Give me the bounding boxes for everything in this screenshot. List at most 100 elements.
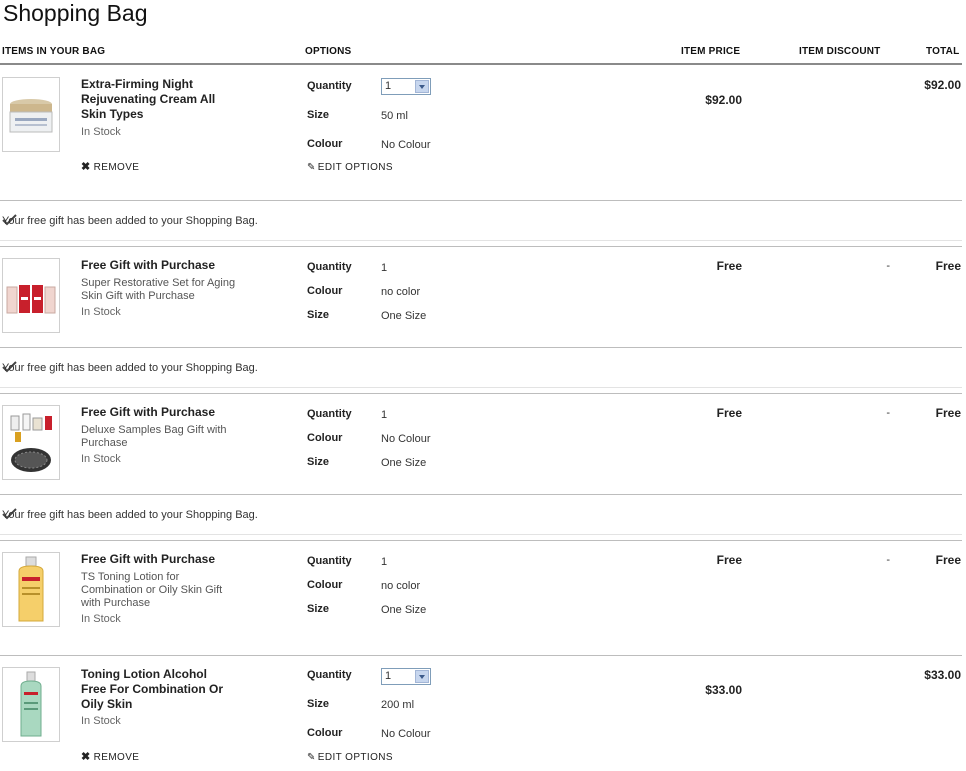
quantity-label: Quantity [307, 261, 352, 273]
edit-options-label: EDIT OPTIONS [317, 752, 393, 763]
item-total: $92.00 [924, 78, 961, 92]
colour-label: Colour [307, 285, 343, 297]
row-divider [0, 534, 962, 535]
colour-value: No Colour [381, 728, 431, 740]
gift-added-message: Your free gift has been added to your Sh… [2, 509, 258, 521]
toning-lotion-bottle-icon [18, 556, 44, 622]
remove-label: REMOVE [93, 162, 140, 173]
chevron-down-icon[interactable] [415, 670, 429, 683]
stock-status: In Stock [81, 306, 121, 318]
col-header-total: TOTAL [926, 46, 960, 57]
product-name[interactable]: Free Gift with Purchase [81, 258, 231, 273]
item-price: Free [716, 406, 742, 420]
item-total: Free [935, 406, 961, 420]
quantity-select[interactable]: 1 [381, 78, 431, 95]
quantity-select[interactable]: 1 [381, 668, 431, 685]
quantity-label: Quantity [307, 80, 352, 92]
item-total: Free [935, 259, 961, 273]
colour-label: Colour [307, 727, 343, 739]
remove-button[interactable]: ✖ REMOVE [81, 160, 139, 173]
row-divider [0, 387, 962, 388]
stock-status: In Stock [81, 453, 121, 465]
edit-options-button[interactable]: ✎ EDIT OPTIONS [307, 162, 393, 173]
row-divider [0, 494, 962, 495]
quantity-value: 1 [381, 556, 388, 568]
row-divider [0, 655, 962, 656]
col-header-item-price: ITEM PRICE [681, 46, 741, 57]
size-value: 200 ml [381, 699, 415, 711]
product-thumbnail[interactable] [2, 552, 60, 627]
item-price: Free [716, 553, 742, 567]
product-thumbnail[interactable] [2, 667, 60, 742]
col-header-options: OPTIONS [305, 46, 352, 57]
product-name[interactable]: Free Gift with Purchase [81, 552, 231, 567]
colour-label: Colour [307, 138, 343, 150]
product-name[interactable]: Free Gift with Purchase [81, 405, 231, 420]
product-name[interactable]: Toning Lotion Alcohol Free For Combinati… [81, 667, 231, 712]
page-title: Shopping Bag [3, 0, 148, 26]
colour-value: no color [381, 286, 421, 298]
col-header-item-discount: ITEM DISCOUNT [799, 46, 881, 57]
quantity-value: 1 [385, 670, 392, 682]
edit-options-label: EDIT OPTIONS [317, 162, 393, 173]
chevron-down-icon[interactable] [415, 80, 429, 93]
product-name[interactable]: Extra-Firming Night Rejuvenating Cream A… [81, 77, 231, 122]
colour-label: Colour [307, 432, 343, 444]
size-label: Size [307, 309, 330, 321]
quantity-value: 1 [381, 409, 388, 421]
size-value: One Size [381, 457, 427, 469]
item-discount: - [886, 554, 890, 566]
gift-added-message: Your free gift has been added to your Sh… [2, 362, 258, 374]
row-divider [0, 200, 962, 201]
row-divider [0, 240, 962, 241]
edit-options-button[interactable]: ✎ EDIT OPTIONS [307, 752, 393, 763]
quantity-label: Quantity [307, 669, 352, 681]
colour-value: No Colour [381, 139, 431, 151]
colour-value: No Colour [381, 433, 431, 445]
item-total: $33.00 [924, 668, 961, 682]
stock-status: In Stock [81, 715, 121, 727]
quantity-label: Quantity [307, 555, 352, 567]
size-label: Size [307, 456, 330, 468]
size-label: Size [307, 698, 330, 710]
item-total: Free [935, 553, 961, 567]
close-icon: ✖ [81, 161, 91, 173]
col-header-items: ITEMS IN YOUR BAG [2, 46, 106, 57]
pencil-icon: ✎ [307, 752, 316, 763]
green-lotion-bottle-icon [20, 671, 42, 737]
product-thumbnail[interactable] [2, 405, 60, 480]
product-description: Deluxe Samples Bag Gift with Purchase [81, 424, 227, 449]
samples-bag-icon [10, 413, 52, 472]
colour-label: Colour [307, 579, 343, 591]
item-discount: - [886, 260, 890, 272]
row-divider [0, 347, 962, 348]
quantity-value: 1 [381, 262, 388, 274]
row-divider [0, 393, 962, 394]
size-label: Size [307, 109, 330, 121]
stock-status: In Stock [81, 613, 121, 625]
row-divider [0, 246, 962, 247]
colour-value: no color [381, 580, 421, 592]
size-value: 50 ml [381, 110, 408, 122]
item-price: Free [716, 259, 742, 273]
size-label: Size [307, 603, 330, 615]
row-divider [0, 540, 962, 541]
stock-status: In Stock [81, 126, 121, 138]
gift-set-icon [6, 285, 56, 314]
item-price: $33.00 [705, 683, 742, 697]
item-discount: - [886, 407, 890, 419]
size-value: One Size [381, 604, 427, 616]
quantity-value: 1 [385, 80, 392, 92]
product-thumbnail[interactable] [2, 77, 60, 152]
cream-jar-icon [9, 99, 53, 133]
remove-label: REMOVE [93, 752, 140, 763]
remove-button[interactable]: ✖ REMOVE [81, 750, 139, 763]
header-divider [0, 63, 962, 65]
close-icon: ✖ [81, 751, 91, 763]
product-description: Super Restorative Set for Aging Skin Gif… [81, 277, 236, 302]
quantity-label: Quantity [307, 408, 352, 420]
product-thumbnail[interactable] [2, 258, 60, 333]
gift-added-message: Your free gift has been added to your Sh… [2, 215, 258, 227]
pencil-icon: ✎ [307, 162, 316, 173]
product-description: TS Toning Lotion for Combination or Oily… [81, 571, 223, 609]
